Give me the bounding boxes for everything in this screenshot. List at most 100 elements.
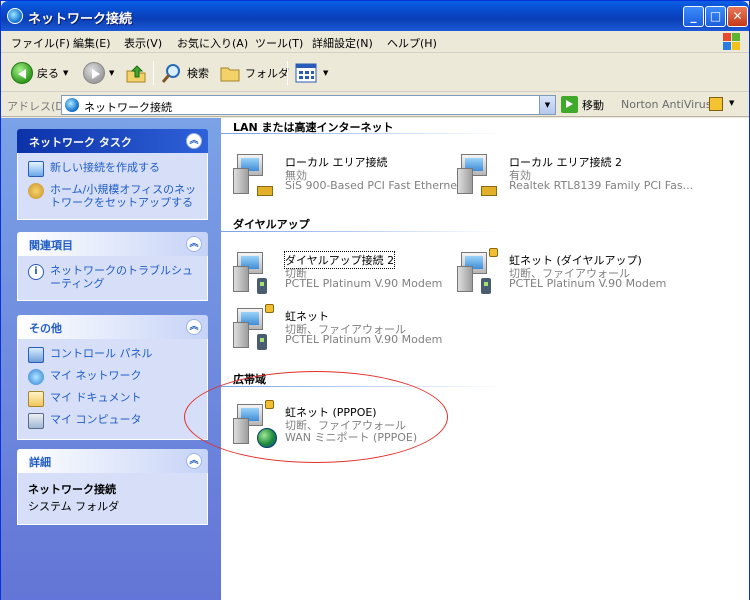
connection-lan-2[interactable]: ローカル エリア接続 2 有効 Realtek RTL8139 Family P… <box>457 154 693 202</box>
task-troubleshoot[interactable]: i ネットワークのトラブルシューティング <box>28 264 197 290</box>
norton-antivirus-label[interactable]: Norton AntiVirus <box>621 98 711 111</box>
connection-dialup-1[interactable]: ダイヤルアップ接続 2 切断 PCTEL Platinum V.90 Modem <box>233 251 448 300</box>
folders-label: フォルダ <box>245 67 289 80</box>
panel-body: コントロール パネル マイ ネットワーク マイ ドキュメント マイ コンピュータ <box>17 339 208 440</box>
go-arrow-icon <box>561 96 578 113</box>
link-label: マイ コンピュータ <box>50 413 142 426</box>
group-divider <box>221 133 503 134</box>
menu-file[interactable]: ファイル(F) <box>11 35 70 51</box>
chevron-down-icon[interactable]: ▼ <box>109 69 114 77</box>
my-network-icon <box>28 369 44 385</box>
close-button[interactable]: ✕ <box>727 6 748 27</box>
new-connection-icon <box>28 161 44 177</box>
lan-connection-icon <box>233 154 277 200</box>
panel-header[interactable]: ネットワーク タスク ︽ <box>17 129 208 153</box>
collapse-chevron-icon[interactable]: ︽ <box>186 236 202 252</box>
search-icon <box>161 64 180 83</box>
link-label: マイ ネットワーク <box>50 369 142 382</box>
chevron-down-icon[interactable]: ▼ <box>63 69 68 77</box>
back-arrow-icon <box>11 62 33 84</box>
connection-dialup-2[interactable]: 虹ネット (ダイヤルアップ) 切断、ファイアウォール PCTEL Platinu… <box>457 248 672 300</box>
up-folder-button[interactable] <box>125 60 147 86</box>
dialup-firewall-connection-icon <box>457 248 501 298</box>
back-button[interactable]: 戻る ▼ <box>11 60 68 86</box>
panel-title: ネットワーク タスク <box>29 136 132 149</box>
task-label: 新しい接続を作成する <box>50 161 160 174</box>
menu-favorites[interactable]: お気に入り(A) <box>177 35 248 51</box>
dialup-connection-icon <box>233 252 277 298</box>
search-button[interactable]: 検索 <box>161 60 209 86</box>
connection-device: PCTEL Platinum V.90 Modem <box>285 333 443 346</box>
lan-connection-icon <box>457 154 501 200</box>
panel-header[interactable]: 詳細 ︽ <box>17 449 208 473</box>
network-connections-icon <box>65 98 79 112</box>
menu-tools[interactable]: ツール(T) <box>255 35 303 51</box>
panel-header[interactable]: 関連項目 ︽ <box>17 232 208 256</box>
folders-button[interactable]: フォルダ <box>219 60 289 86</box>
chevron-down-icon[interactable]: ▼ <box>729 99 734 107</box>
panel-title: その他 <box>29 322 62 335</box>
task-create-connection[interactable]: 新しい接続を作成する <box>28 161 197 177</box>
collapse-chevron-icon[interactable]: ︽ <box>186 453 202 469</box>
details-type: システム フォルダ <box>28 500 120 513</box>
link-label: コントロール パネル <box>50 347 153 360</box>
address-value: ネットワーク接続 <box>84 101 172 114</box>
connection-lan-1[interactable]: ローカル エリア接続 無効 SiS 900-Based PCI Fast Eth… <box>233 154 468 202</box>
toolbar-separator <box>287 61 288 85</box>
control-panel-icon <box>28 347 44 363</box>
connections-pane: LAN または高速インターネット ローカル エリア接続 無効 SiS 900-B… <box>221 118 749 600</box>
chevron-down-icon[interactable]: ▼ <box>539 96 555 114</box>
toolbar-separator <box>153 61 154 85</box>
menu-advanced[interactable]: 詳細設定(N) <box>312 35 373 51</box>
explorer-window: ネットワーク接続 _ □ ✕ ファイル(F) 編集(E) 表示(V) お気に入り… <box>0 0 750 600</box>
chevron-down-icon[interactable]: ▼ <box>323 69 328 77</box>
connection-device: SiS 900-Based PCI Fast Etherne... <box>285 179 468 192</box>
panel-header[interactable]: その他 ︽ <box>17 315 208 339</box>
up-folder-icon <box>126 65 146 83</box>
group-header-dialup: ダイヤルアップ <box>233 218 310 231</box>
title-bar[interactable]: ネットワーク接続 _ □ ✕ <box>1 1 749 31</box>
task-setup-home-network[interactable]: ホーム/小規模オフィスのネットワークをセットアップする <box>28 183 197 209</box>
link-my-computer[interactable]: マイ コンピュータ <box>28 413 197 429</box>
link-my-network[interactable]: マイ ネットワーク <box>28 369 197 385</box>
group-divider <box>221 231 503 232</box>
connection-device: PCTEL Platinum V.90 Modem <box>285 277 443 290</box>
forward-button[interactable]: ▼ <box>83 60 114 86</box>
annotation-highlight-oval <box>184 371 448 463</box>
back-label: 戻る <box>37 67 59 80</box>
task-pane: ネットワーク タスク ︽ 新しい接続を作成する ホーム/小規模オフィスのネットワ… <box>1 118 221 600</box>
network-tasks-panel: ネットワーク タスク ︽ 新しい接続を作成する ホーム/小規模オフィスのネットワ… <box>17 129 208 220</box>
go-button[interactable]: 移動 <box>561 96 604 113</box>
lock-icon <box>265 304 274 313</box>
info-icon: i <box>28 264 44 280</box>
address-bar: アドレス(D) ネットワーク接続 ▼ 移動 Norton AntiVirus ▼ <box>1 93 749 117</box>
collapse-chevron-icon[interactable]: ︽ <box>186 319 202 335</box>
panel-body: 新しい接続を作成する ホーム/小規模オフィスのネットワークをセットアップする <box>17 153 208 220</box>
window-title: ネットワーク接続 <box>28 12 133 27</box>
link-control-panel[interactable]: コントロール パネル <box>28 347 197 363</box>
maximize-button[interactable]: □ <box>705 6 726 27</box>
menu-edit[interactable]: 編集(E) <box>73 35 111 51</box>
minimize-button[interactable]: _ <box>683 6 704 27</box>
address-label: アドレス(D) <box>7 100 69 113</box>
views-button[interactable]: ▼ <box>295 60 328 86</box>
norton-icon[interactable] <box>709 97 723 111</box>
toolbar: 戻る ▼ ▼ 検索 フォルダ ▼ <box>1 54 749 92</box>
connection-device: PCTEL Platinum V.90 Modem <box>509 277 667 290</box>
collapse-chevron-icon[interactable]: ︽ <box>186 133 202 149</box>
link-my-documents[interactable]: マイ ドキュメント <box>28 391 197 407</box>
lock-icon <box>489 248 498 257</box>
menu-view[interactable]: 表示(V) <box>124 35 162 51</box>
menu-help[interactable]: ヘルプ(H) <box>387 35 437 51</box>
task-label: ネットワークのトラブルシューティング <box>50 264 193 290</box>
dialup-firewall-connection-icon <box>233 304 277 354</box>
address-input[interactable]: ネットワーク接続 ▼ <box>61 95 556 115</box>
search-label: 検索 <box>187 67 209 80</box>
network-connections-icon <box>7 8 23 24</box>
details-name: ネットワーク接続 <box>28 483 116 496</box>
views-icon <box>295 63 317 83</box>
panel-title: 関連項目 <box>29 239 73 252</box>
folder-icon <box>220 67 240 82</box>
task-label: ホーム/小規模オフィスのネットワークをセットアップする <box>50 183 197 209</box>
connection-dialup-3[interactable]: 虹ネット 切断、ファイアウォール PCTEL Platinum V.90 Mod… <box>233 304 448 356</box>
